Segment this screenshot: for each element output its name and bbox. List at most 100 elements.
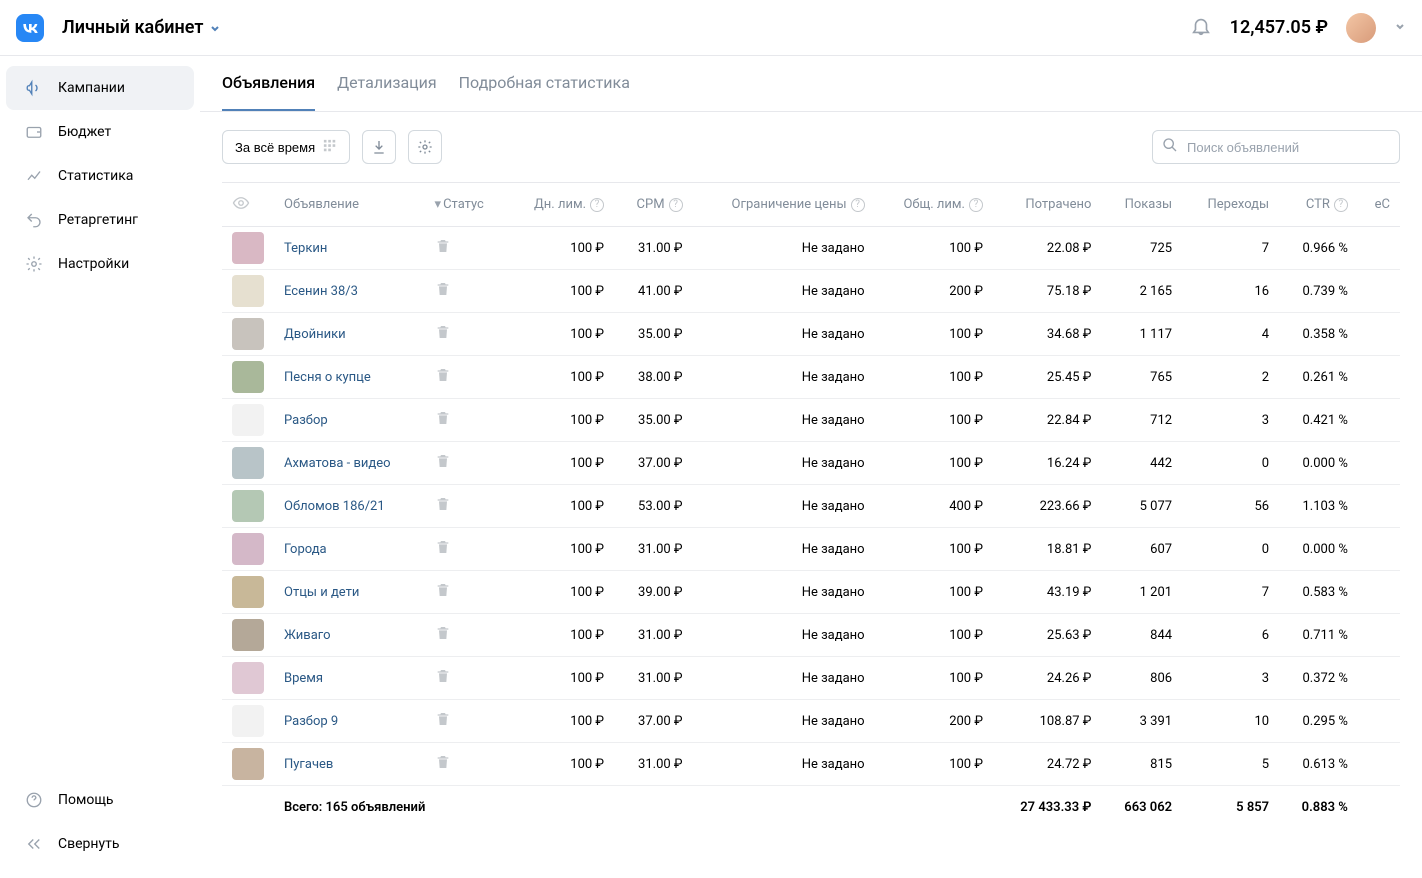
trash-icon[interactable] bbox=[435, 238, 451, 254]
chevron-down-icon[interactable] bbox=[1394, 20, 1406, 36]
cell-cpm: 31.00 ₽ bbox=[614, 657, 693, 700]
sidebar-item-stats[interactable]: Статистика bbox=[6, 154, 194, 198]
cell-daily: 100 ₽ bbox=[507, 442, 614, 485]
sidebar-item-campaigns[interactable]: Кампании bbox=[6, 66, 194, 110]
ad-name-link[interactable]: Двойники bbox=[284, 327, 346, 342]
col-price-limit[interactable]: Ограничение цены? bbox=[693, 183, 875, 227]
ad-name-link[interactable]: Ахматова - видео bbox=[284, 456, 391, 471]
cell-ctr: 0.583 % bbox=[1279, 571, 1358, 614]
ad-name-link[interactable]: Песня о купце bbox=[284, 370, 371, 385]
ad-name-link[interactable]: Есенин 38/3 bbox=[284, 284, 358, 299]
ad-name-link[interactable]: Отцы и дети bbox=[284, 585, 359, 600]
col-ctr[interactable]: CTR? bbox=[1279, 183, 1358, 227]
tab-full-stats[interactable]: Подробная статистика bbox=[459, 56, 630, 111]
cell-limit: Не задано bbox=[693, 485, 875, 528]
settings-button[interactable] bbox=[408, 130, 442, 164]
avatar[interactable] bbox=[1346, 13, 1376, 43]
ad-name-link[interactable]: Теркин bbox=[284, 241, 327, 256]
cell-ctr: 0.966 % bbox=[1279, 227, 1358, 270]
table-row: Ахматова - видео100 ₽37.00 ₽Не задано100… bbox=[222, 442, 1400, 485]
trash-icon[interactable] bbox=[435, 281, 451, 297]
cell-daily: 100 ₽ bbox=[507, 313, 614, 356]
help-icon[interactable]: ? bbox=[669, 198, 683, 212]
tab-detail[interactable]: Детализация bbox=[337, 56, 437, 111]
sidebar-item-budget[interactable]: Бюджет bbox=[6, 110, 194, 154]
help-icon[interactable]: ? bbox=[590, 198, 604, 212]
cell-limit: Не задано bbox=[693, 270, 875, 313]
sidebar-item-help[interactable]: Помощь bbox=[6, 778, 194, 822]
cell-spent: 43.19 ₽ bbox=[993, 571, 1101, 614]
col-ecpc[interactable]: eC bbox=[1358, 183, 1400, 227]
ad-name-link[interactable]: Города bbox=[284, 542, 327, 557]
cell-clk: 7 bbox=[1182, 227, 1279, 270]
search-icon bbox=[1162, 137, 1178, 157]
col-cpm[interactable]: CPM? bbox=[614, 183, 693, 227]
ad-name-link[interactable]: Пугачев bbox=[284, 757, 333, 772]
cell-daily: 100 ₽ bbox=[507, 227, 614, 270]
col-clicks[interactable]: Переходы bbox=[1182, 183, 1279, 227]
bell-icon[interactable] bbox=[1190, 15, 1212, 41]
ad-thumbnail bbox=[232, 275, 264, 307]
ad-name-link[interactable]: Разбор bbox=[284, 413, 328, 428]
trash-icon[interactable] bbox=[435, 668, 451, 684]
cell-clk: 0 bbox=[1182, 528, 1279, 571]
cell-clk: 7 bbox=[1182, 571, 1279, 614]
trash-icon[interactable] bbox=[435, 410, 451, 426]
trash-icon[interactable] bbox=[435, 582, 451, 598]
table-row: Двойники100 ₽35.00 ₽Не задано100 ₽34.68 … bbox=[222, 313, 1400, 356]
toolbar: За всё время bbox=[200, 112, 1422, 182]
download-button[interactable] bbox=[362, 130, 396, 164]
ad-thumbnail bbox=[232, 619, 264, 651]
col-total-limit[interactable]: Общ. лим.? bbox=[875, 183, 993, 227]
period-button[interactable]: За всё время bbox=[222, 130, 350, 164]
vk-logo[interactable] bbox=[16, 14, 44, 42]
col-spent[interactable]: Потрачено bbox=[993, 183, 1101, 227]
trash-icon[interactable] bbox=[435, 539, 451, 555]
eye-icon[interactable] bbox=[232, 201, 250, 216]
help-icon[interactable]: ? bbox=[969, 198, 983, 212]
sidebar-item-collapse[interactable]: Свернуть bbox=[6, 822, 194, 866]
cell-imp: 607 bbox=[1101, 528, 1182, 571]
gear-icon bbox=[417, 139, 433, 155]
trash-icon[interactable] bbox=[435, 453, 451, 469]
cell-clk: 3 bbox=[1182, 399, 1279, 442]
col-impressions[interactable]: Показы bbox=[1101, 183, 1182, 227]
ad-name-link[interactable]: Разбор 9 bbox=[284, 714, 338, 729]
trash-icon[interactable] bbox=[435, 711, 451, 727]
help-icon[interactable]: ? bbox=[851, 198, 865, 212]
breadcrumb[interactable]: Личный кабинет bbox=[62, 17, 221, 38]
table-row: Отцы и дети100 ₽39.00 ₽Не задано100 ₽43.… bbox=[222, 571, 1400, 614]
cell-ctr: 0.000 % bbox=[1279, 528, 1358, 571]
collapse-icon bbox=[24, 835, 44, 853]
footer-clk: 5 857 bbox=[1182, 786, 1279, 830]
balance: 12,457.05 ₽ bbox=[1230, 17, 1328, 38]
col-ad[interactable]: Объявление bbox=[274, 183, 425, 227]
sidebar-item-label: Ретаргетинг bbox=[58, 212, 138, 228]
cell-clk: 0 bbox=[1182, 442, 1279, 485]
trash-icon[interactable] bbox=[435, 754, 451, 770]
trash-icon[interactable] bbox=[435, 324, 451, 340]
cell-imp: 442 bbox=[1101, 442, 1182, 485]
trash-icon[interactable] bbox=[435, 496, 451, 512]
sidebar-item-settings[interactable]: Настройки bbox=[6, 242, 194, 286]
cell-ctr: 0.261 % bbox=[1279, 356, 1358, 399]
search-input[interactable] bbox=[1152, 130, 1400, 164]
cell-clk: 5 bbox=[1182, 743, 1279, 786]
col-daily-limit[interactable]: Дн. лим.? bbox=[507, 183, 614, 227]
trash-icon[interactable] bbox=[435, 367, 451, 383]
sidebar-item-retargeting[interactable]: Ретаргетинг bbox=[6, 198, 194, 242]
ad-name-link[interactable]: Время bbox=[284, 671, 323, 686]
help-icon[interactable]: ? bbox=[1334, 198, 1348, 212]
col-status[interactable]: ▾Статус bbox=[425, 183, 507, 227]
cell-limit: Не задано bbox=[693, 571, 875, 614]
cell-total: 400 ₽ bbox=[875, 485, 993, 528]
cell-spent: 25.63 ₽ bbox=[993, 614, 1101, 657]
ad-thumbnail bbox=[232, 232, 264, 264]
ad-name-link[interactable]: Живаго bbox=[284, 628, 331, 643]
cell-daily: 100 ₽ bbox=[507, 571, 614, 614]
cell-spent: 223.66 ₽ bbox=[993, 485, 1101, 528]
tab-ads[interactable]: Объявления bbox=[222, 56, 315, 111]
ad-name-link[interactable]: Обломов 186/21 bbox=[284, 499, 385, 514]
trash-icon[interactable] bbox=[435, 625, 451, 641]
cell-total: 100 ₽ bbox=[875, 399, 993, 442]
